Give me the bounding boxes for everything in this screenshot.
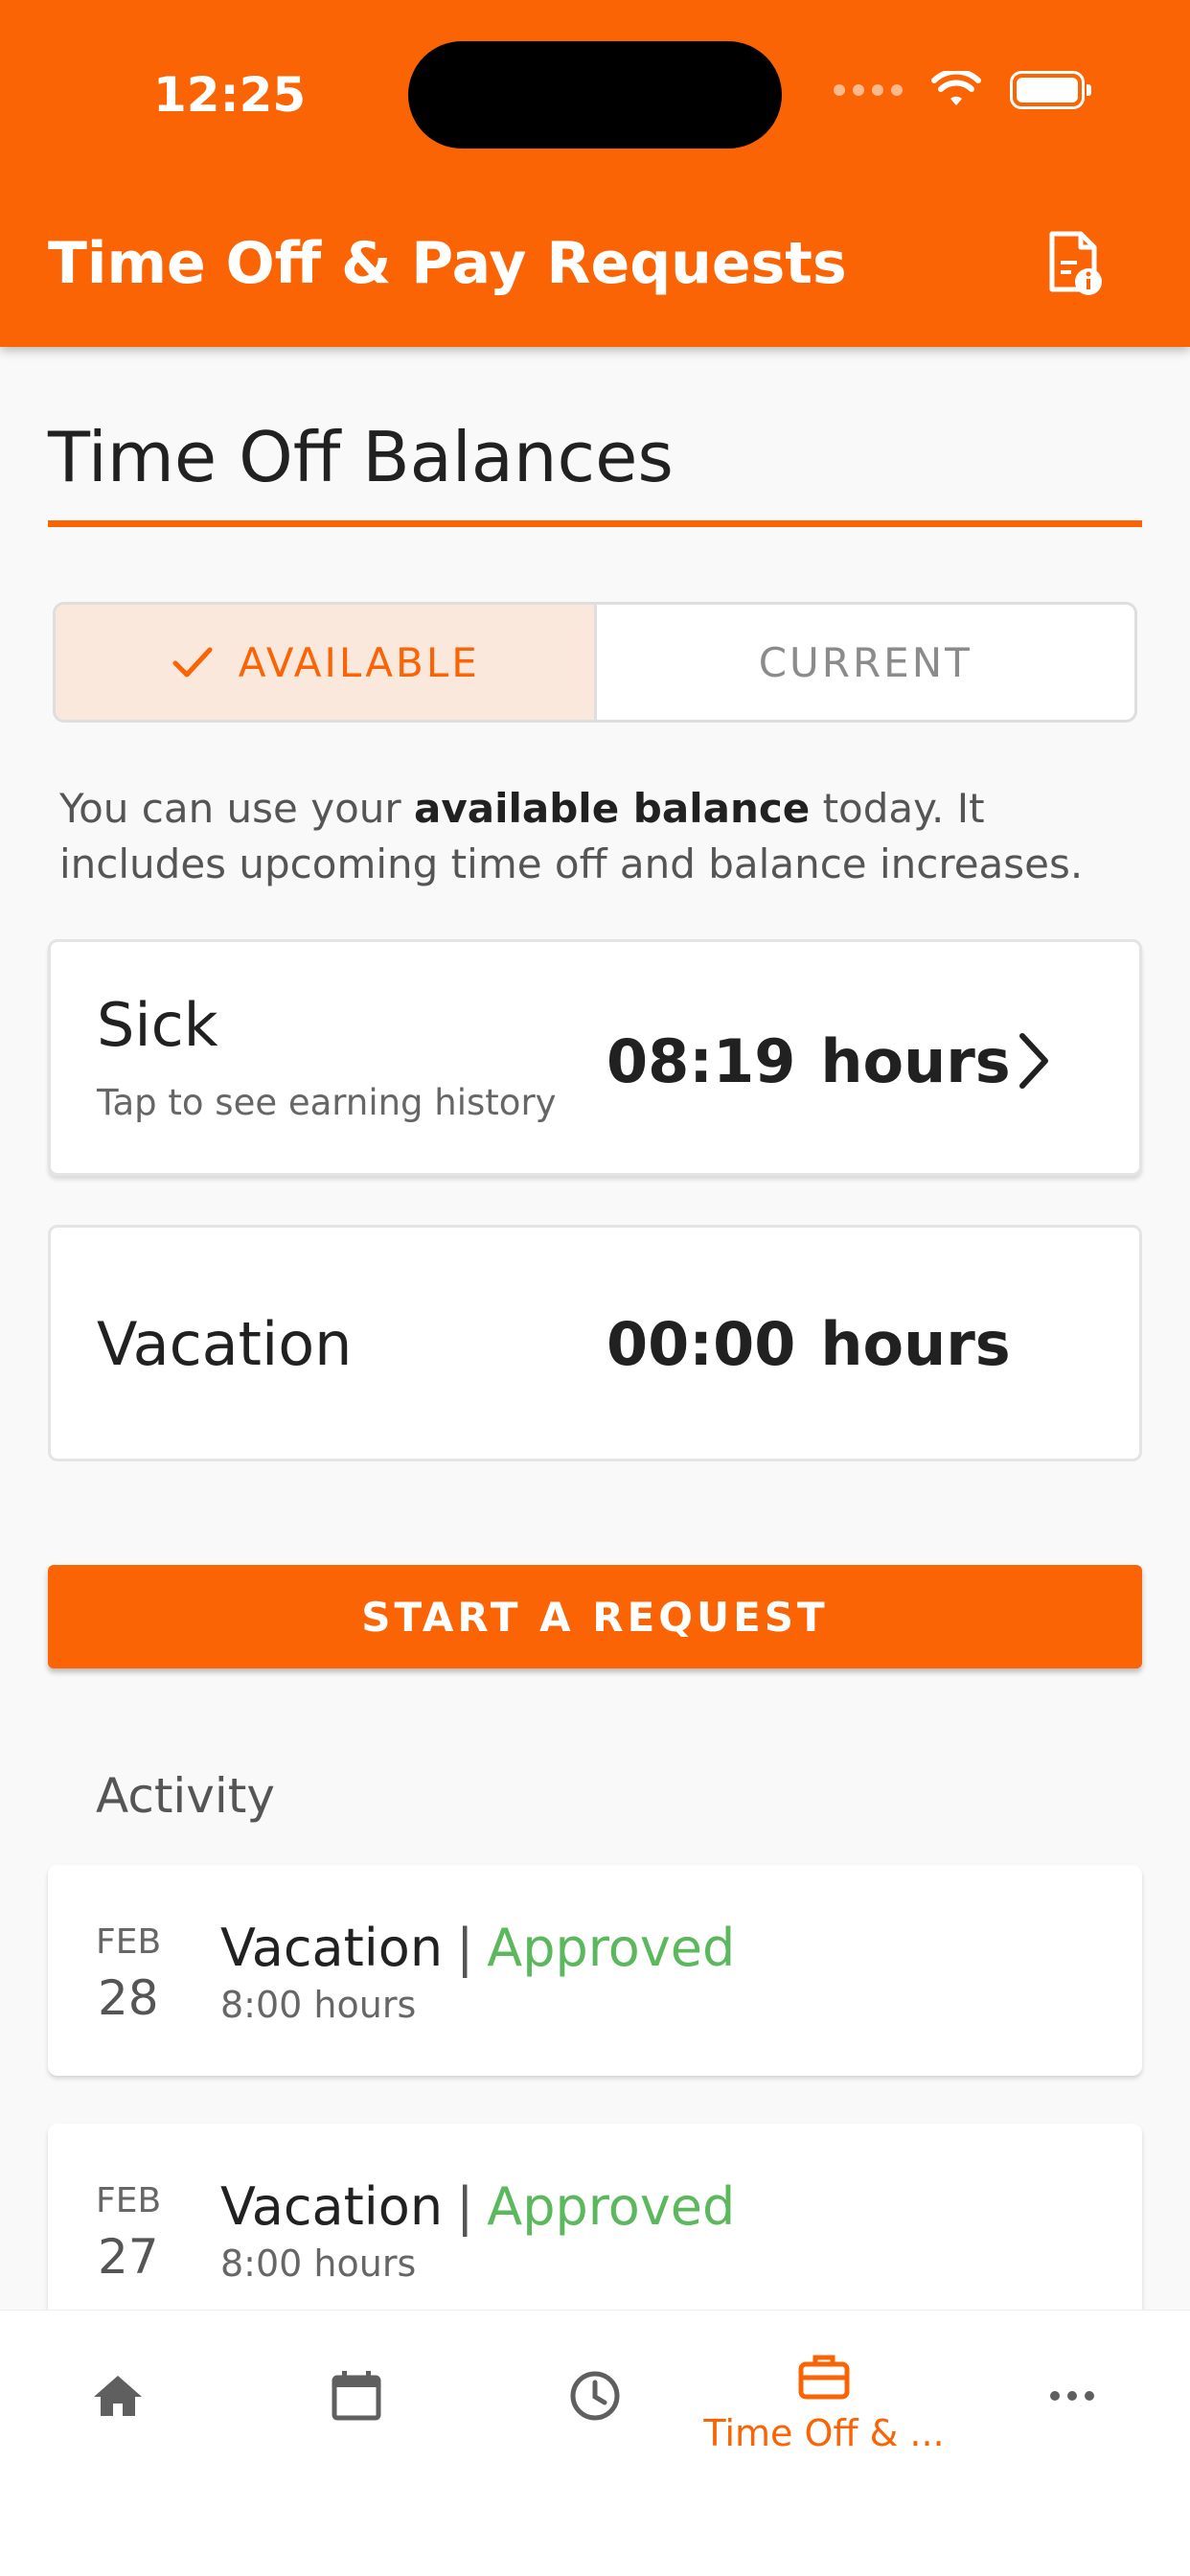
activity-hours: 8:00 hours <box>220 1984 417 2026</box>
page-title: Time Off & Pay Requests <box>48 230 847 297</box>
activity-heading: Vacation | Approved <box>220 2176 735 2237</box>
balance-toggle: AVAILABLE CURRENT <box>53 602 1137 723</box>
battery-icon <box>1010 71 1091 109</box>
chevron-right-icon <box>1019 1033 1048 1089</box>
section-underline <box>48 520 1142 527</box>
status-time: 12:25 <box>153 67 307 123</box>
balance-name: Vacation <box>97 1309 353 1379</box>
more-icon <box>1050 2391 1094 2401</box>
activity-month: FEB <box>96 1922 162 1962</box>
activity-separator: | <box>456 2176 474 2237</box>
balance-card-vacation: Vacation 00:00 hours <box>48 1225 1142 1461</box>
activity-day: 28 <box>98 1970 159 2026</box>
tab-current[interactable]: CURRENT <box>597 605 1135 720</box>
status-icons <box>834 71 1091 109</box>
activity-status: Approved <box>487 1918 736 1978</box>
nav-calendar[interactable] <box>329 2368 384 2424</box>
camera-notch <box>408 41 782 149</box>
activity-title: Activity <box>96 1768 275 1824</box>
document-info-icon[interactable] <box>1046 230 1104 297</box>
section-title: Time Off Balances <box>48 417 674 497</box>
activity-month: FEB <box>96 2181 162 2220</box>
calendar-icon <box>332 2371 381 2421</box>
balance-card-sick[interactable]: Sick Tap to see earning history 08:19 ho… <box>48 939 1142 1176</box>
balance-value: 08:19 <box>606 1026 796 1096</box>
activity-item[interactable]: FEB 28 Vacation | Approved 8:00 hours <box>48 1865 1142 2076</box>
activity-type: Vacation <box>220 1918 444 1978</box>
tab-available[interactable]: AVAILABLE <box>56 605 597 720</box>
nav-more[interactable] <box>1044 2368 1100 2424</box>
check-icon <box>172 647 213 678</box>
activity-status: Approved <box>487 2176 736 2237</box>
start-request-button[interactable]: START A REQUEST <box>48 1565 1142 1668</box>
nav-clock[interactable] <box>567 2368 623 2424</box>
activity-separator: | <box>456 1918 474 1978</box>
briefcase-icon <box>798 2355 850 2400</box>
activity-hours: 8:00 hours <box>220 2242 417 2285</box>
tab-current-label: CURRENT <box>758 638 973 686</box>
nav-time-off[interactable]: Time Off & ... <box>703 2349 945 2454</box>
balance-unit: hours <box>820 1309 1011 1379</box>
balance-value: 00:00 <box>606 1309 796 1379</box>
activity-day: 27 <box>98 2229 159 2285</box>
tab-available-label: AVAILABLE <box>238 638 480 686</box>
balance-name: Sick <box>97 990 218 1060</box>
activity-heading: Vacation | Approved <box>220 1918 735 1978</box>
nav-home[interactable] <box>90 2368 146 2424</box>
balance-info-text: You can use your available balance today… <box>59 785 1084 887</box>
activity-type: Vacation <box>220 2176 444 2237</box>
bottom-nav: Time Off & ... <box>0 2310 1190 2576</box>
app-header: 12:25 Time Off & Pay Requests <box>0 0 1190 347</box>
balance-hint: Tap to see earning history <box>97 1082 557 1123</box>
nav-time-off-label: Time Off & ... <box>703 2412 945 2454</box>
wifi-icon <box>931 71 981 105</box>
clock-icon <box>570 2371 620 2421</box>
balance-amount: 08:19 hours <box>606 1026 1011 1096</box>
home-icon <box>94 2376 142 2416</box>
balance-amount: 00:00 hours <box>606 1309 1011 1379</box>
info-bold: available balance <box>414 785 811 832</box>
balance-unit: hours <box>820 1026 1011 1096</box>
signal-icon <box>834 84 903 96</box>
